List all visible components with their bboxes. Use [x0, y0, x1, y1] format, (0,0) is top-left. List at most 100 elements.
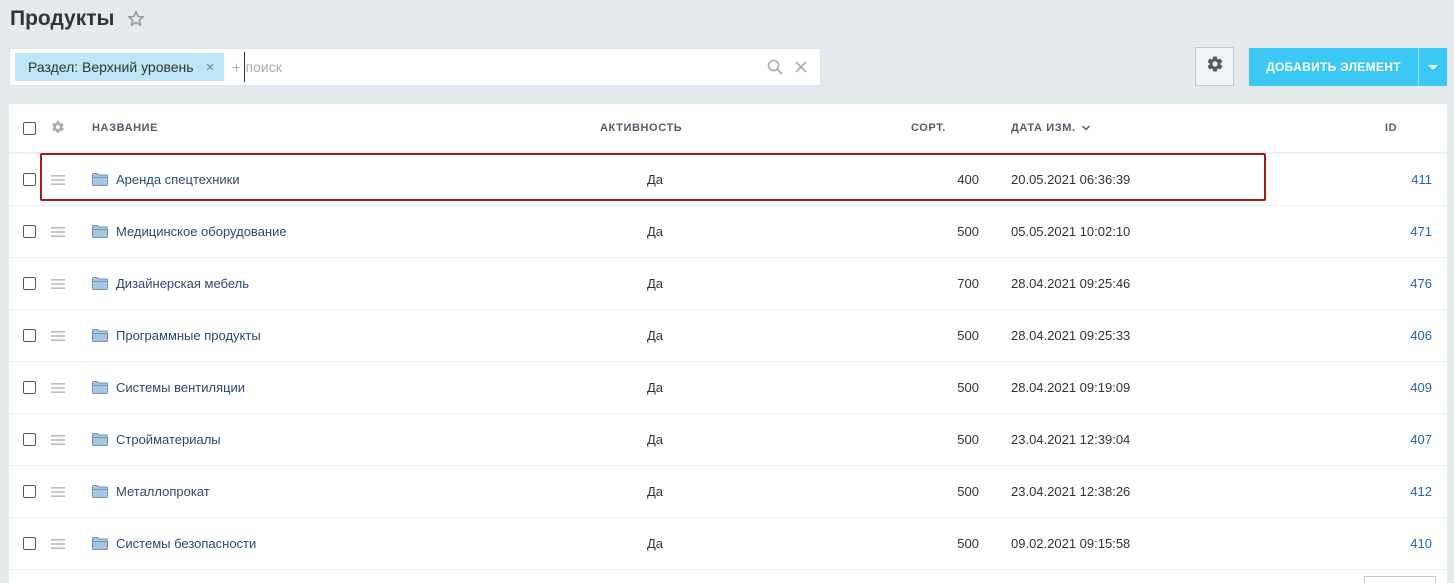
page-title: Продукты — [10, 7, 115, 30]
row-date: 28.04.2021 09:25:33 — [1011, 328, 1131, 343]
drag-handle-icon[interactable] — [51, 278, 65, 289]
row-drag-cell — [51, 518, 65, 569]
row-id-link[interactable]: 409 — [1410, 380, 1432, 395]
filter-chip-section[interactable]: Раздел: Верхний уровень × — [15, 53, 225, 81]
folder-icon — [92, 381, 108, 394]
row-active: Да — [647, 172, 664, 187]
row-name-link[interactable]: Программные продукты — [116, 328, 261, 343]
drag-handle-icon[interactable] — [51, 538, 65, 549]
drag-handle-icon[interactable] — [51, 434, 65, 445]
row-name-cell: Системы безопасности — [92, 518, 256, 569]
row-id-link[interactable]: 410 — [1410, 536, 1432, 551]
row-id: 409 — [1369, 362, 1432, 413]
row-checkbox[interactable] — [23, 537, 36, 550]
row-id-link[interactable]: 412 — [1410, 484, 1432, 499]
row-name-link[interactable]: Стройматериалы — [116, 432, 221, 447]
chevron-down-icon — [1081, 125, 1090, 131]
row-sort: 500 — [957, 536, 979, 551]
folder-icon — [92, 433, 108, 446]
column-header-sort[interactable]: СОРТ. — [911, 104, 946, 152]
table-row[interactable]: Аренда спецтехники Да 400 20.05.2021 06:… — [9, 154, 1447, 206]
row-name-cell: Медицинское оборудование — [92, 206, 287, 257]
column-header-date-label: ДАТА ИЗМ. — [1011, 122, 1076, 134]
row-id: 407 — [1369, 414, 1432, 465]
row-checkbox[interactable] — [23, 433, 36, 446]
title-row: Продукты — [10, 4, 146, 34]
row-drag-cell — [51, 414, 65, 465]
row-name-cell: Аренда спецтехники — [92, 154, 240, 205]
row-sort: 500 — [957, 224, 979, 239]
row-id: 476 — [1369, 258, 1432, 309]
search-input[interactable] — [243, 52, 766, 82]
row-name-link[interactable]: Системы безопасности — [116, 536, 256, 551]
drag-handle-icon[interactable] — [51, 174, 65, 185]
row-checkbox[interactable] — [23, 173, 36, 186]
table-row[interactable]: Системы безопасности Да 500 09.02.2021 0… — [9, 518, 1447, 570]
row-checkbox[interactable] — [23, 277, 36, 290]
row-checkbox-cell — [23, 206, 36, 257]
table-row[interactable]: Металлопрокат Да 500 23.04.2021 12:38:26… — [9, 466, 1447, 518]
drag-handle-icon[interactable] — [51, 486, 65, 497]
star-icon[interactable] — [126, 9, 146, 29]
row-name-link[interactable]: Аренда спецтехники — [116, 172, 240, 187]
row-checkbox-cell — [23, 466, 36, 517]
row-date: 28.04.2021 09:25:46 — [1011, 276, 1131, 291]
close-icon[interactable]: × — [206, 60, 215, 75]
row-id: 410 — [1369, 518, 1432, 569]
drag-handle-icon[interactable] — [51, 226, 65, 237]
search-icon[interactable] — [766, 58, 784, 76]
row-id-link[interactable]: 471 — [1410, 224, 1432, 239]
add-element-label: ДОБАВИТЬ ЭЛЕМЕНТ — [1266, 60, 1401, 74]
row-name-link[interactable]: Системы вентиляции — [116, 380, 245, 395]
row-name-link[interactable]: Медицинское оборудование — [116, 224, 287, 239]
add-element-dropdown[interactable] — [1418, 48, 1447, 86]
row-drag-cell — [51, 206, 65, 257]
row-checkbox-cell — [23, 518, 36, 569]
select-all-checkbox[interactable] — [23, 121, 36, 135]
column-header-active[interactable]: АКТИВНОСТЬ — [600, 104, 682, 152]
row-date: 05.05.2021 10:02:10 — [1011, 224, 1131, 239]
column-header-date[interactable]: ДАТА ИЗМ. — [1011, 104, 1091, 152]
row-sort: 500 — [957, 432, 979, 447]
row-checkbox[interactable] — [23, 225, 36, 238]
row-date: 23.04.2021 12:38:26 — [1011, 484, 1131, 499]
row-drag-cell — [51, 466, 65, 517]
table-row[interactable]: Стройматериалы Да 500 23.04.2021 12:39:0… — [9, 414, 1447, 466]
add-filter-plus[interactable]: + — [232, 59, 240, 75]
table-row[interactable]: Системы вентиляции Да 500 28.04.2021 09:… — [9, 362, 1447, 414]
drag-handle-icon[interactable] — [51, 382, 65, 393]
column-header-name[interactable]: НАЗВАНИЕ — [92, 104, 158, 152]
add-element-button[interactable]: ДОБАВИТЬ ЭЛЕМЕНТ — [1249, 48, 1447, 86]
row-id: 406 — [1369, 310, 1432, 361]
folder-icon — [92, 329, 108, 342]
folder-icon — [92, 485, 108, 498]
page-size-control[interactable] — [1364, 576, 1436, 583]
drag-handle-icon[interactable] — [51, 330, 65, 341]
table-row[interactable]: Медицинское оборудование Да 500 05.05.20… — [9, 206, 1447, 258]
row-checkbox[interactable] — [23, 381, 36, 394]
row-date: 23.04.2021 12:39:04 — [1011, 432, 1131, 447]
header-checkbox-cell — [23, 104, 36, 152]
row-sort: 500 — [957, 328, 979, 343]
table-row[interactable]: Дизайнерская мебель Да 700 28.04.2021 09… — [9, 258, 1447, 310]
column-header-id[interactable]: ID — [1385, 104, 1397, 152]
row-id-link[interactable]: 406 — [1410, 328, 1432, 343]
row-id-link[interactable]: 476 — [1410, 276, 1432, 291]
settings-button[interactable] — [1195, 47, 1234, 86]
row-id-link[interactable]: 411 — [1411, 172, 1432, 187]
row-drag-cell — [51, 154, 65, 205]
folder-icon — [92, 173, 108, 186]
table-row[interactable]: Программные продукты Да 500 28.04.2021 0… — [9, 310, 1447, 362]
row-drag-cell — [51, 362, 65, 413]
clear-icon[interactable] — [794, 60, 808, 74]
filter-bar: Раздел: Верхний уровень × + — [9, 48, 821, 86]
gear-icon[interactable] — [51, 120, 65, 137]
row-checkbox[interactable] — [23, 485, 36, 498]
row-name-link[interactable]: Металлопрокат — [116, 484, 210, 499]
row-name-cell: Системы вентиляции — [92, 362, 245, 413]
chevron-down-icon — [1428, 64, 1438, 70]
row-id-link[interactable]: 407 — [1410, 432, 1432, 447]
row-name-link[interactable]: Дизайнерская мебель — [116, 276, 249, 291]
header-settings-cell — [51, 104, 65, 152]
row-checkbox[interactable] — [23, 329, 36, 342]
